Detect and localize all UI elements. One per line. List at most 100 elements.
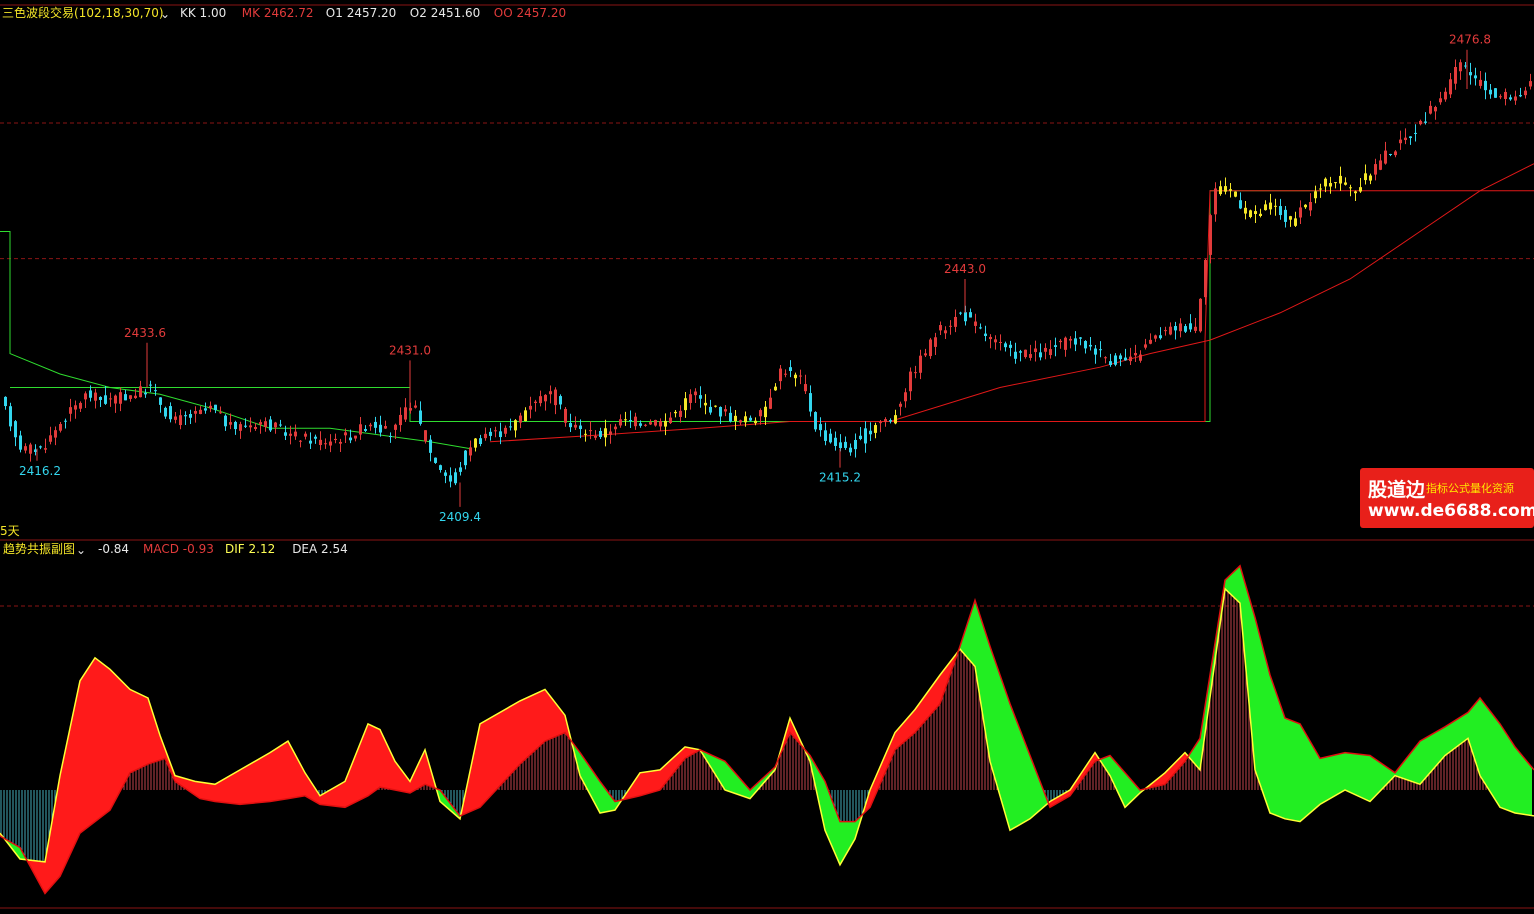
ribbon-segment [1338, 753, 1340, 795]
candle-body [569, 423, 572, 428]
ribbon-segment [60, 766, 62, 877]
candle-body [244, 425, 247, 427]
ribbon-segment [214, 783, 216, 802]
ribbon-segment [934, 680, 936, 711]
candle-body [1164, 330, 1167, 332]
candle-body [1289, 216, 1292, 220]
ribbon-segment [906, 717, 908, 741]
ribbon-segment [488, 718, 490, 799]
candle-body [1204, 259, 1207, 298]
ribbon-segment [1460, 716, 1462, 745]
candle-body [959, 312, 962, 314]
ribbon-segment [120, 679, 122, 792]
ribbon-segment [194, 781, 196, 796]
ribbon-segment [844, 821, 846, 858]
ribbon-segment [300, 763, 302, 797]
ribbon-segment [1282, 709, 1284, 819]
top-indicator-name[interactable]: 三色波段交易(102,18,30,70) [2, 5, 164, 20]
ribbon-segment [284, 742, 286, 800]
candle-body [1244, 207, 1247, 214]
candle-body [1249, 210, 1252, 217]
ribbon-segment [1478, 698, 1480, 776]
top-readout: MK 2462.72 [242, 6, 314, 20]
ribbon-segment [1372, 756, 1374, 800]
ribbon-segment [424, 751, 426, 785]
candle-body [824, 430, 827, 441]
ribbon-segment [210, 783, 212, 801]
candle-body [1214, 188, 1217, 215]
candle-body [994, 339, 997, 343]
candle-body [224, 415, 227, 427]
candle-body [1224, 186, 1227, 192]
ribbon-segment [726, 762, 728, 792]
candle-body [604, 428, 607, 438]
ribbon-segment [994, 657, 996, 782]
ribbon-segment [640, 772, 642, 796]
candle-body [164, 407, 167, 417]
bottom-indicator-name[interactable]: 趋势共振副图 [3, 542, 75, 556]
bottom-dropdown-icon[interactable]: ⌄ [76, 543, 86, 557]
candle-body [704, 402, 707, 406]
ribbon-segment [250, 762, 252, 804]
ribbon-segment [144, 696, 146, 767]
candle-body [49, 435, 52, 442]
ribbon-segment [86, 668, 88, 829]
ribbon-segment [1528, 762, 1530, 816]
ribbon-segment [1230, 573, 1232, 596]
ribbon-segment [526, 697, 528, 759]
ribbon-segment [376, 727, 378, 790]
candle-body [549, 391, 552, 395]
candle-body [389, 435, 392, 438]
candle-body [734, 415, 737, 422]
candle-body [849, 447, 852, 453]
ribbon-segment [278, 746, 280, 801]
candle-body [4, 396, 7, 407]
ribbon-segment [1234, 569, 1236, 600]
ribbon-segment [236, 771, 238, 805]
candle-body [554, 389, 557, 406]
candle-body [104, 395, 107, 404]
ribbon-segment [390, 750, 392, 790]
ribbon-segment [722, 759, 724, 789]
watermark-badge: 股道边 指标公式量化资源 www.de6688.com [1360, 468, 1534, 528]
ribbon-segment [146, 697, 148, 766]
candle-body [124, 394, 127, 401]
candle-body [129, 395, 132, 399]
ribbon-segment [930, 686, 932, 716]
ribbon-segment [270, 751, 272, 802]
bottom-readout: DIF 2.12 [225, 542, 275, 556]
ribbon-segment [1280, 703, 1282, 818]
candle-body [894, 415, 897, 424]
ribbon-segment [604, 786, 606, 813]
ribbon-segment [1294, 721, 1296, 821]
ribbon-segment [1258, 629, 1260, 785]
ribbon-segment [106, 666, 108, 814]
candle-body [79, 402, 82, 409]
candle-body [1219, 186, 1222, 195]
ribbon-segment [1360, 754, 1362, 798]
candle-body [504, 427, 507, 434]
ribbon-segment [910, 712, 912, 737]
ribbon-segment [396, 762, 398, 791]
candle-body [1099, 349, 1102, 351]
ribbon-segment [920, 699, 922, 727]
ribbon-segment [1518, 750, 1520, 814]
ribbon-segment [242, 767, 244, 805]
candle-body [1489, 89, 1492, 95]
ribbon-segment [1266, 659, 1268, 808]
candle-body [494, 430, 497, 432]
ribbon-segment [1284, 715, 1286, 819]
ribbon-segment [560, 708, 562, 735]
ribbon-segment [78, 680, 80, 838]
candle-body [1384, 150, 1387, 164]
ribbon-segment [544, 689, 546, 743]
candle-body [499, 431, 502, 438]
ribbon-segment [1348, 752, 1350, 793]
candle-body [109, 398, 112, 400]
top-dropdown-icon[interactable]: ⌄ [160, 7, 170, 21]
top-readout: O1 2457.20 [326, 6, 397, 20]
candle-body [74, 405, 77, 410]
ribbon-segment [936, 677, 938, 709]
ribbon-segment [384, 738, 386, 789]
candle-body [309, 440, 312, 444]
